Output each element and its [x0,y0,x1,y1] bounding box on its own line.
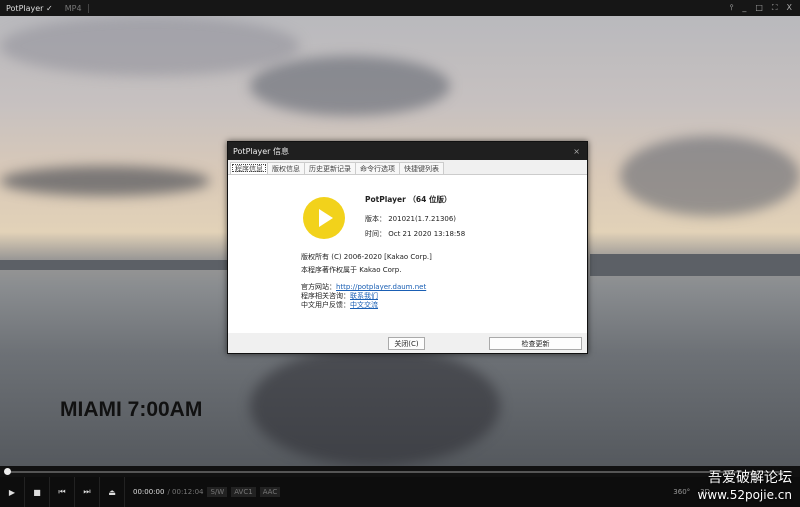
title-bar: PotPlayer ✓ MP4 ⫯ _ □ ⛶ X [0,0,800,16]
contact-link[interactable]: 联系我们 [350,292,378,300]
link-row: 程序相关咨询：联系我们 [301,292,426,301]
badge-audio-codec[interactable]: AAC [259,487,281,497]
fullscreen-icon[interactable]: ⛶ [772,3,778,13]
close-icon[interactable]: X [787,3,792,13]
seek-handle[interactable] [4,468,11,475]
tab-shortcuts[interactable]: 快捷键列表 [399,162,444,174]
copyright: 版权所有 (C) 2006-2020 [Kakao Corp.] [301,253,432,261]
previous-icon[interactable]: ⏮ [50,477,75,507]
owner: 本程序著作权属于 Kakao Corp. [301,266,402,274]
watermark-title: 吾爱破解论坛 [708,470,792,486]
video-caption: MIAMI 7:00AM [60,398,203,421]
tab-program-info[interactable]: 程序信息 [230,162,268,174]
current-time: 00:00:00 [133,488,165,496]
control-bar: ▶ ■ ⏮ ⏭ ⏏ 00:00:00 / 00:12:04 S/W AVC1 A… [0,477,800,507]
watermark-url: www.52pojie.cn [697,488,792,502]
link-row: 官方网站：http://potplayer.daum.net [301,283,426,292]
badge-sw[interactable]: S/W [207,487,228,497]
eject-icon[interactable]: ⏏ [100,477,125,507]
version: 版本： 201021(1.7.21306) [365,215,457,223]
minimize-icon[interactable]: _ [742,3,746,13]
tab-command-line[interactable]: 命令行选项 [355,162,400,174]
seek-bar[interactable] [0,466,800,477]
next-icon[interactable]: ⏭ [75,477,100,507]
maximize-icon[interactable]: □ [755,3,763,13]
dialog-close-icon[interactable]: × [573,147,587,156]
badge-video-codec[interactable]: AVC1 [231,487,256,497]
close-button[interactable]: 关闭(C) [388,337,425,350]
stop-icon[interactable]: ■ [25,477,50,507]
play-icon[interactable]: ▶ [0,477,25,507]
link-row: 中文用户反馈：中文交流 [301,301,426,310]
build-time: 时间： Oct 21 2020 13:18:58 [365,230,466,238]
product-name: PotPlayer （64 位版） [365,195,452,204]
dialog-titlebar: PotPlayer 信息 × [228,142,587,160]
duration: / 00:12:04 [167,488,204,496]
check-update-button[interactable]: 检查更新 [489,337,582,350]
website-link[interactable]: http://potplayer.daum.net [336,283,426,291]
dialog-tabs: 程序信息 版权信息 历史更新记录 命令行选项 快捷键列表 [228,160,587,175]
tab-copyright[interactable]: 版权信息 [267,162,305,174]
link-label: 程序相关咨询： [301,292,350,300]
watermark: 吾爱破解论坛 www.52pojie.cn [698,470,792,504]
link-label: 中文用户反馈： [301,301,350,309]
feedback-link[interactable]: 中文交流 [350,301,378,309]
app-menu[interactable]: PotPlayer ✓ [0,4,59,13]
link-label: 官方网站： [301,283,336,291]
format-label: MP4 [59,3,89,13]
potplayer-logo-icon [303,197,345,239]
pin-icon[interactable]: ⫯ [730,3,733,13]
dialog-title: PotPlayer 信息 [233,146,290,156]
tab-history[interactable]: 历史更新记录 [304,162,356,174]
about-dialog: PotPlayer 信息 × 程序信息 版权信息 历史更新记录 命令行选项 快捷… [227,141,588,354]
vr-360-button[interactable]: 360° [673,488,690,496]
